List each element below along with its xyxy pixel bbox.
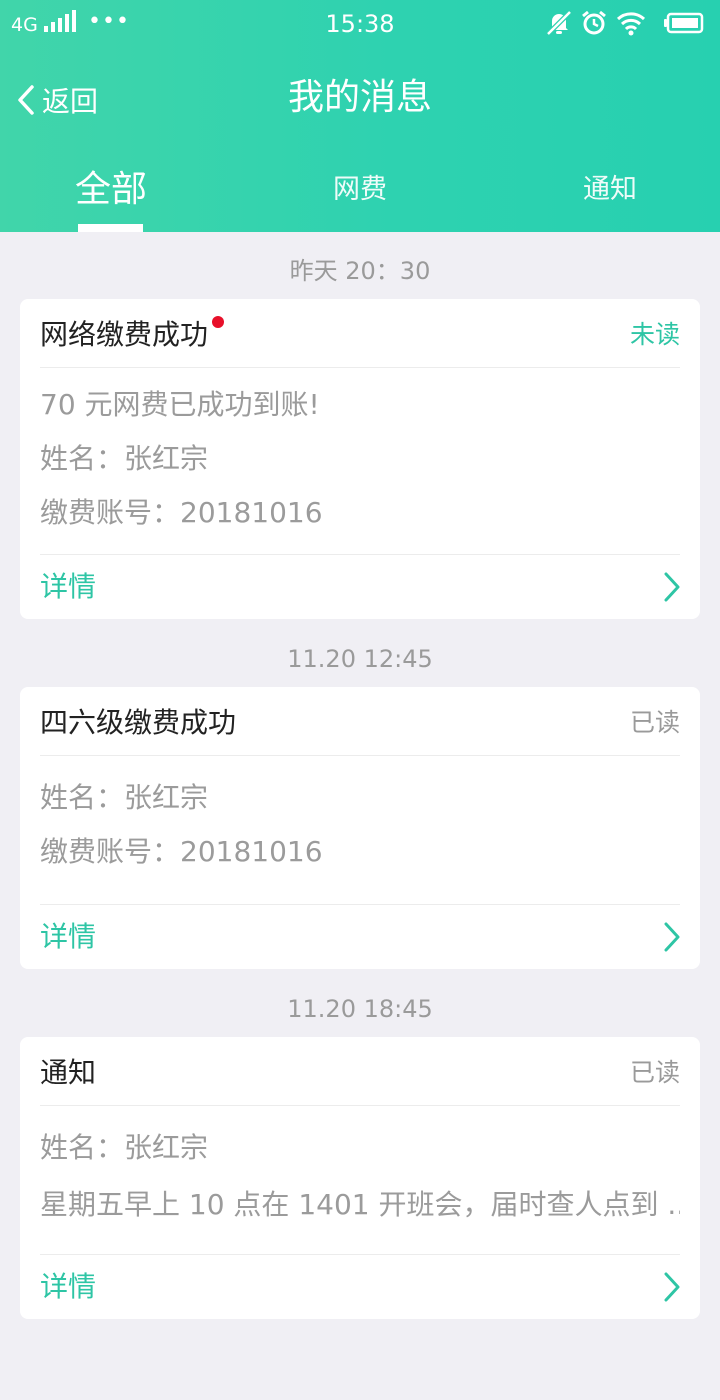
message-card[interactable]: 网络缴费成功 未读 70 元网费已成功到账! 姓名：张红宗 缴费账号：20181…	[20, 299, 700, 619]
message-timestamp: 昨天 20：30	[289, 257, 431, 285]
message-title: 四六级缴费成功	[40, 703, 236, 743]
divider	[40, 367, 680, 368]
navigation-bar: 返回 我的消息	[0, 70, 720, 128]
detail-link[interactable]: 详情	[40, 917, 96, 957]
message-line: 70 元网费已成功到账!	[40, 388, 320, 421]
message-title-text: 网络缴费成功	[40, 318, 209, 351]
tab-bar: 全部 网费 通知	[0, 160, 720, 232]
mute-notifications-icon	[546, 10, 572, 36]
detail-link[interactable]: 详情	[40, 567, 96, 607]
message-status: 未读	[629, 320, 680, 349]
message-title: 通知	[40, 1053, 96, 1093]
alarm-clock-icon	[582, 10, 606, 35]
tab-notice-label: 通知	[583, 174, 637, 205]
chevron-right-icon[interactable]	[662, 571, 682, 603]
detail-link[interactable]: 详情	[40, 1267, 96, 1307]
message-line: 缴费账号：20181016	[40, 496, 323, 529]
message-status: 已读	[629, 708, 680, 737]
message-line: 姓名：张红宗	[40, 1131, 209, 1164]
message-title-text: 通知	[40, 1056, 97, 1089]
message-title-text: 四六级缴费成功	[40, 706, 237, 739]
message-card[interactable]: 通知 已读 姓名：张红宗 星期五早上 10 点在 1401 开班会，届时查人点到…	[20, 1037, 700, 1319]
status-bar: 4G ••• 15:38	[0, 0, 720, 48]
divider	[40, 755, 680, 756]
tab-all-label: 全部	[74, 169, 147, 210]
tab-notice[interactable]: 通知	[570, 160, 650, 220]
tab-network-fee-label: 网费	[333, 174, 387, 205]
divider	[40, 1105, 680, 1106]
active-tab-indicator	[78, 224, 143, 232]
message-card[interactable]: 四六级缴费成功 已读 姓名：张红宗 缴费账号：20181016 详情	[20, 687, 700, 969]
message-line: 星期五早上 10 点在 1401 开班会，届时查人点到 ...	[40, 1188, 680, 1221]
message-timestamp: 11.20 18:45	[287, 995, 433, 1023]
app-header: 4G ••• 15:38 返回 我的消息 全部 网费 通知	[0, 0, 720, 232]
divider	[40, 554, 680, 555]
message-title: 网络缴费成功	[40, 315, 225, 355]
unread-dot-icon	[212, 316, 225, 328]
tab-all[interactable]: 全部	[70, 166, 152, 214]
chevron-right-icon[interactable]	[662, 1271, 682, 1303]
message-status: 已读	[629, 1058, 680, 1087]
tab-network-fee[interactable]: 网费	[320, 160, 400, 220]
message-line: 缴费账号：20181016	[40, 835, 323, 868]
page-title: 我的消息	[287, 77, 432, 118]
divider	[40, 904, 680, 905]
message-line: 姓名：张红宗	[40, 442, 209, 475]
wifi-icon	[616, 12, 646, 36]
clock: 15:38	[325, 10, 395, 38]
battery-icon	[664, 12, 704, 34]
divider	[40, 1254, 680, 1255]
message-line: 姓名：张红宗	[40, 781, 209, 814]
chevron-right-icon[interactable]	[662, 921, 682, 953]
message-timestamp: 11.20 12:45	[287, 645, 433, 673]
